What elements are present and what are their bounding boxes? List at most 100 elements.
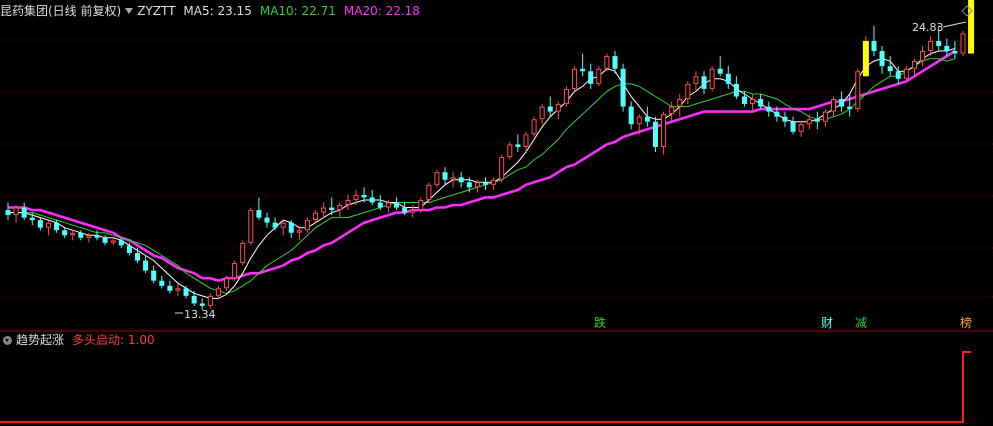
candle [725, 66, 731, 89]
candle-body-down [377, 202, 383, 208]
candle [563, 86, 569, 107]
candle [750, 93, 756, 112]
candle-body-down [879, 51, 885, 67]
candle-body-down [54, 222, 60, 231]
candle-body-up [822, 111, 828, 122]
candle [677, 93, 683, 117]
candle [507, 141, 513, 160]
candle-body-down [134, 252, 141, 261]
candle [45, 220, 51, 236]
price-gridlines [0, 39, 993, 298]
candle-body-up [928, 40, 934, 52]
ma20-line [8, 49, 956, 283]
dropdown-arrow-icon[interactable] [125, 8, 134, 14]
candle-body-up [385, 202, 391, 208]
indicator-name[interactable]: ZYZTT [137, 4, 175, 18]
candle-body-down [620, 68, 626, 107]
candle [345, 194, 351, 211]
candle-body-down [871, 40, 877, 52]
candle-body-down [895, 71, 901, 79]
candle-body-up [903, 68, 909, 79]
sub-dropdown-icon[interactable] [3, 336, 12, 345]
candle [960, 30, 966, 57]
candle [304, 217, 310, 233]
candle [717, 56, 723, 77]
candle-body-up [70, 232, 76, 236]
candle-body-down [5, 210, 11, 216]
candle-body-down [458, 177, 464, 183]
candle-body-up [426, 184, 432, 200]
candle [669, 101, 675, 122]
candle [572, 66, 578, 92]
candle-body-down [944, 45, 950, 52]
candle-body-down [288, 222, 294, 233]
candle [296, 227, 302, 241]
candle-body-up [224, 278, 230, 289]
candle [134, 247, 141, 264]
bull-start-value: 多头启动: 1.00 [72, 333, 155, 347]
candle-body-up [572, 68, 578, 89]
candle-body-up [215, 288, 221, 296]
candle [167, 280, 173, 294]
candle-body-down [191, 295, 197, 304]
kline-chart[interactable]: 13.34 24.83 跌 财 减 榜 [0, 0, 993, 426]
candle-body-up [110, 240, 116, 243]
candle [887, 56, 893, 77]
ma5-value: MA5: 23.15 [183, 4, 252, 18]
candle [207, 293, 213, 309]
candle-body-up [434, 172, 440, 185]
candle-body-down [847, 106, 853, 110]
candle-body-down [717, 68, 723, 74]
candle-body-up [280, 222, 286, 228]
candle-body-down [62, 230, 68, 236]
candle [458, 172, 464, 188]
candle [13, 205, 19, 223]
candle [321, 202, 327, 218]
candle [839, 91, 845, 112]
sub-indicator-title[interactable]: 趋势起涨 [16, 333, 64, 347]
stock-title: 昆药集团(日线 前复权) [0, 4, 122, 18]
candle-body-down [588, 71, 594, 84]
candle [151, 265, 157, 284]
candle-body-down [644, 116, 650, 122]
candle [515, 134, 521, 153]
candle-body-up [248, 210, 254, 243]
candle-body-up [830, 98, 837, 112]
candle [766, 101, 772, 117]
candle [758, 93, 764, 110]
candle-body-down [21, 207, 27, 218]
candle [288, 220, 294, 238]
candle [701, 71, 707, 94]
candle-body-up [353, 194, 359, 200]
candle [240, 240, 246, 266]
candle-body-down [628, 106, 634, 125]
candle [313, 210, 319, 223]
candle [741, 91, 747, 107]
candle-body-up [491, 179, 497, 185]
candle [410, 205, 416, 218]
candle-body-down [264, 217, 270, 223]
bull-start-line [0, 351, 972, 423]
candle [790, 116, 796, 135]
candle-body-up [296, 230, 302, 233]
candle-body-down [580, 68, 586, 72]
candle [256, 197, 262, 221]
candle [539, 104, 545, 125]
candle [37, 217, 43, 231]
candle [693, 71, 699, 92]
moving-average-lines [8, 48, 956, 299]
high-price-label: 24.83 [912, 21, 944, 34]
candle [5, 202, 11, 221]
ma10-value: MA10: 22.71 [259, 4, 336, 18]
candle-body-down [393, 202, 399, 208]
candle [628, 101, 634, 130]
candle-body-down [652, 121, 658, 147]
candle-body-up [596, 68, 602, 84]
candle [110, 237, 116, 246]
main-header: 昆药集团(日线 前复权) ZYZTT MA5: 23.15 MA10: 22.71 MA… [0, 4, 420, 18]
candle-body-down [361, 194, 367, 198]
candle [555, 101, 561, 120]
candle-body-down [118, 240, 124, 246]
candle [264, 212, 270, 228]
candle [879, 45, 885, 74]
